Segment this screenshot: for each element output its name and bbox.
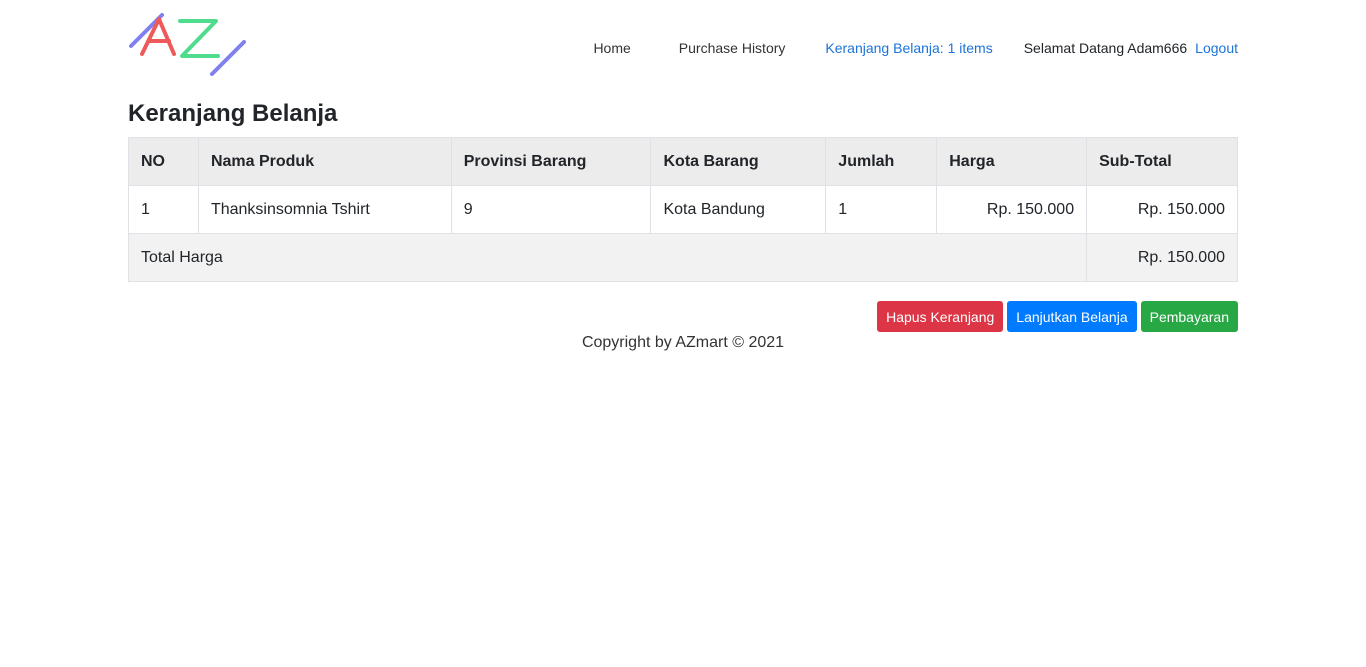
continue-shopping-button[interactable]: Lanjutkan Belanja bbox=[1007, 301, 1137, 332]
cell-product-name: Thanksinsomnia Tshirt bbox=[197, 185, 452, 234]
nav-home-link[interactable]: Home bbox=[593, 40, 630, 56]
column-header-subtotal: Sub-Total bbox=[1086, 137, 1238, 186]
total-label: Total Harga bbox=[127, 233, 1088, 282]
cell-subtotal: Rp. 150.000 bbox=[1086, 185, 1238, 234]
table-row: 1 Thanksinsomnia Tshirt 9 Kota Bandung 1… bbox=[128, 185, 1238, 234]
cart-actions: Hapus Keranjang Lanjutkan Belanja Pembay… bbox=[877, 301, 1238, 332]
footer-copyright: Copyright by AZmart © 2021 bbox=[581, 334, 785, 351]
nav-cart-link[interactable]: Keranjang Belanja: 1 items bbox=[825, 40, 992, 56]
welcome-text: Selamat Datang Adam666 bbox=[1023, 40, 1188, 56]
cell-quantity: 1 bbox=[825, 185, 938, 234]
total-value: Rp. 150.000 bbox=[1086, 233, 1238, 282]
column-header-province: Provinsi Barang bbox=[450, 137, 652, 186]
cart-table: NO Nama Produk Provinsi Barang Kota Bara… bbox=[127, 137, 1238, 282]
column-header-price: Harga bbox=[936, 137, 1088, 186]
nav-purchase-history-link[interactable]: Purchase History bbox=[679, 40, 786, 56]
cell-no: 1 bbox=[128, 185, 199, 234]
page-title: Keranjang Belanja bbox=[128, 100, 338, 127]
azmart-logo-mark bbox=[129, 13, 246, 76]
clear-cart-button[interactable]: Hapus Keranjang bbox=[877, 301, 1004, 332]
table-header-row: NO Nama Produk Provinsi Barang Kota Bara… bbox=[128, 137, 1238, 186]
total-row: Total Harga Rp. 150.000 bbox=[127, 233, 1238, 282]
cell-price: Rp. 150.000 bbox=[936, 185, 1088, 234]
column-header-city: Kota Barang bbox=[650, 137, 827, 186]
cell-city: Kota Bandung bbox=[650, 185, 827, 234]
checkout-button[interactable]: Pembayaran bbox=[1140, 301, 1238, 332]
logout-link[interactable]: Logout bbox=[1195, 40, 1238, 56]
column-header-no: NO bbox=[128, 137, 199, 186]
column-header-product-name: Nama Produk bbox=[197, 137, 452, 186]
cell-province: 9 bbox=[450, 185, 652, 234]
azmart-logo[interactable] bbox=[128, 10, 250, 78]
column-header-quantity: Jumlah bbox=[825, 137, 938, 186]
navbar: Home Purchase History Keranjang Belanja:… bbox=[128, 10, 1238, 80]
nav-links: Home Purchase History Keranjang Belanja:… bbox=[593, 38, 1238, 58]
